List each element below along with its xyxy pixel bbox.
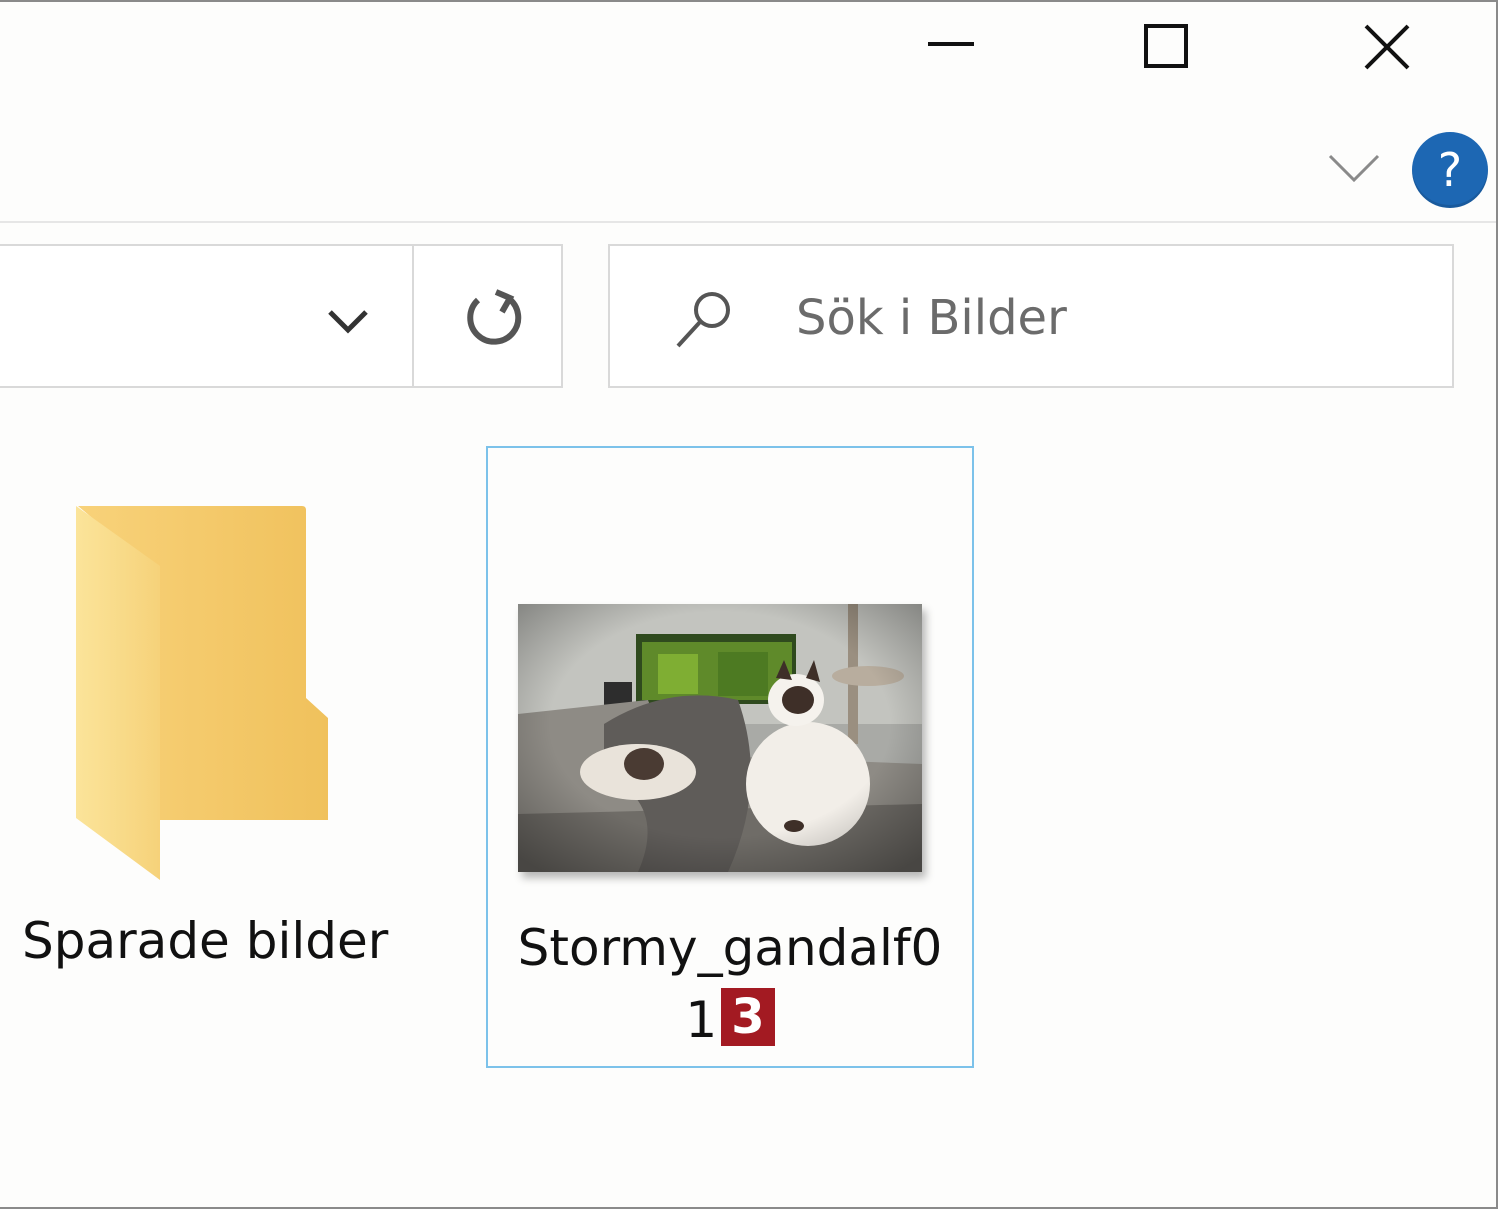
folder-icon xyxy=(76,506,328,880)
maximize-icon xyxy=(1144,24,1188,68)
callout-badge: 3 xyxy=(721,988,775,1046)
file-name-label: Stormy_gandalf0 13 xyxy=(500,912,960,1056)
refresh-icon xyxy=(467,289,522,345)
file-name-line2: 1 xyxy=(685,991,718,1049)
minimize-icon xyxy=(928,42,974,46)
chevron-down-icon xyxy=(328,310,368,334)
address-bar-separator xyxy=(412,246,414,386)
help-button[interactable]: ? xyxy=(1412,132,1488,208)
chevron-down-icon xyxy=(1328,154,1380,183)
folder-label: Sparade bilder xyxy=(22,912,389,970)
ribbon-divider xyxy=(0,221,1496,223)
minimize-button[interactable] xyxy=(896,10,1006,86)
refresh-button[interactable] xyxy=(456,282,532,358)
address-history-dropdown[interactable] xyxy=(318,290,378,350)
ribbon-expand-button[interactable] xyxy=(1326,146,1382,190)
folder-item-sparade-bilder[interactable] xyxy=(60,498,350,888)
search-icon xyxy=(672,286,738,352)
file-name-line1: Stormy_gandalf0 xyxy=(517,919,943,977)
close-icon xyxy=(1364,24,1410,70)
close-button[interactable] xyxy=(1332,10,1442,86)
maximize-button[interactable] xyxy=(1112,10,1222,86)
search-input[interactable] xyxy=(796,282,1396,354)
help-icon: ? xyxy=(1437,143,1463,197)
image-thumbnail xyxy=(518,604,922,872)
